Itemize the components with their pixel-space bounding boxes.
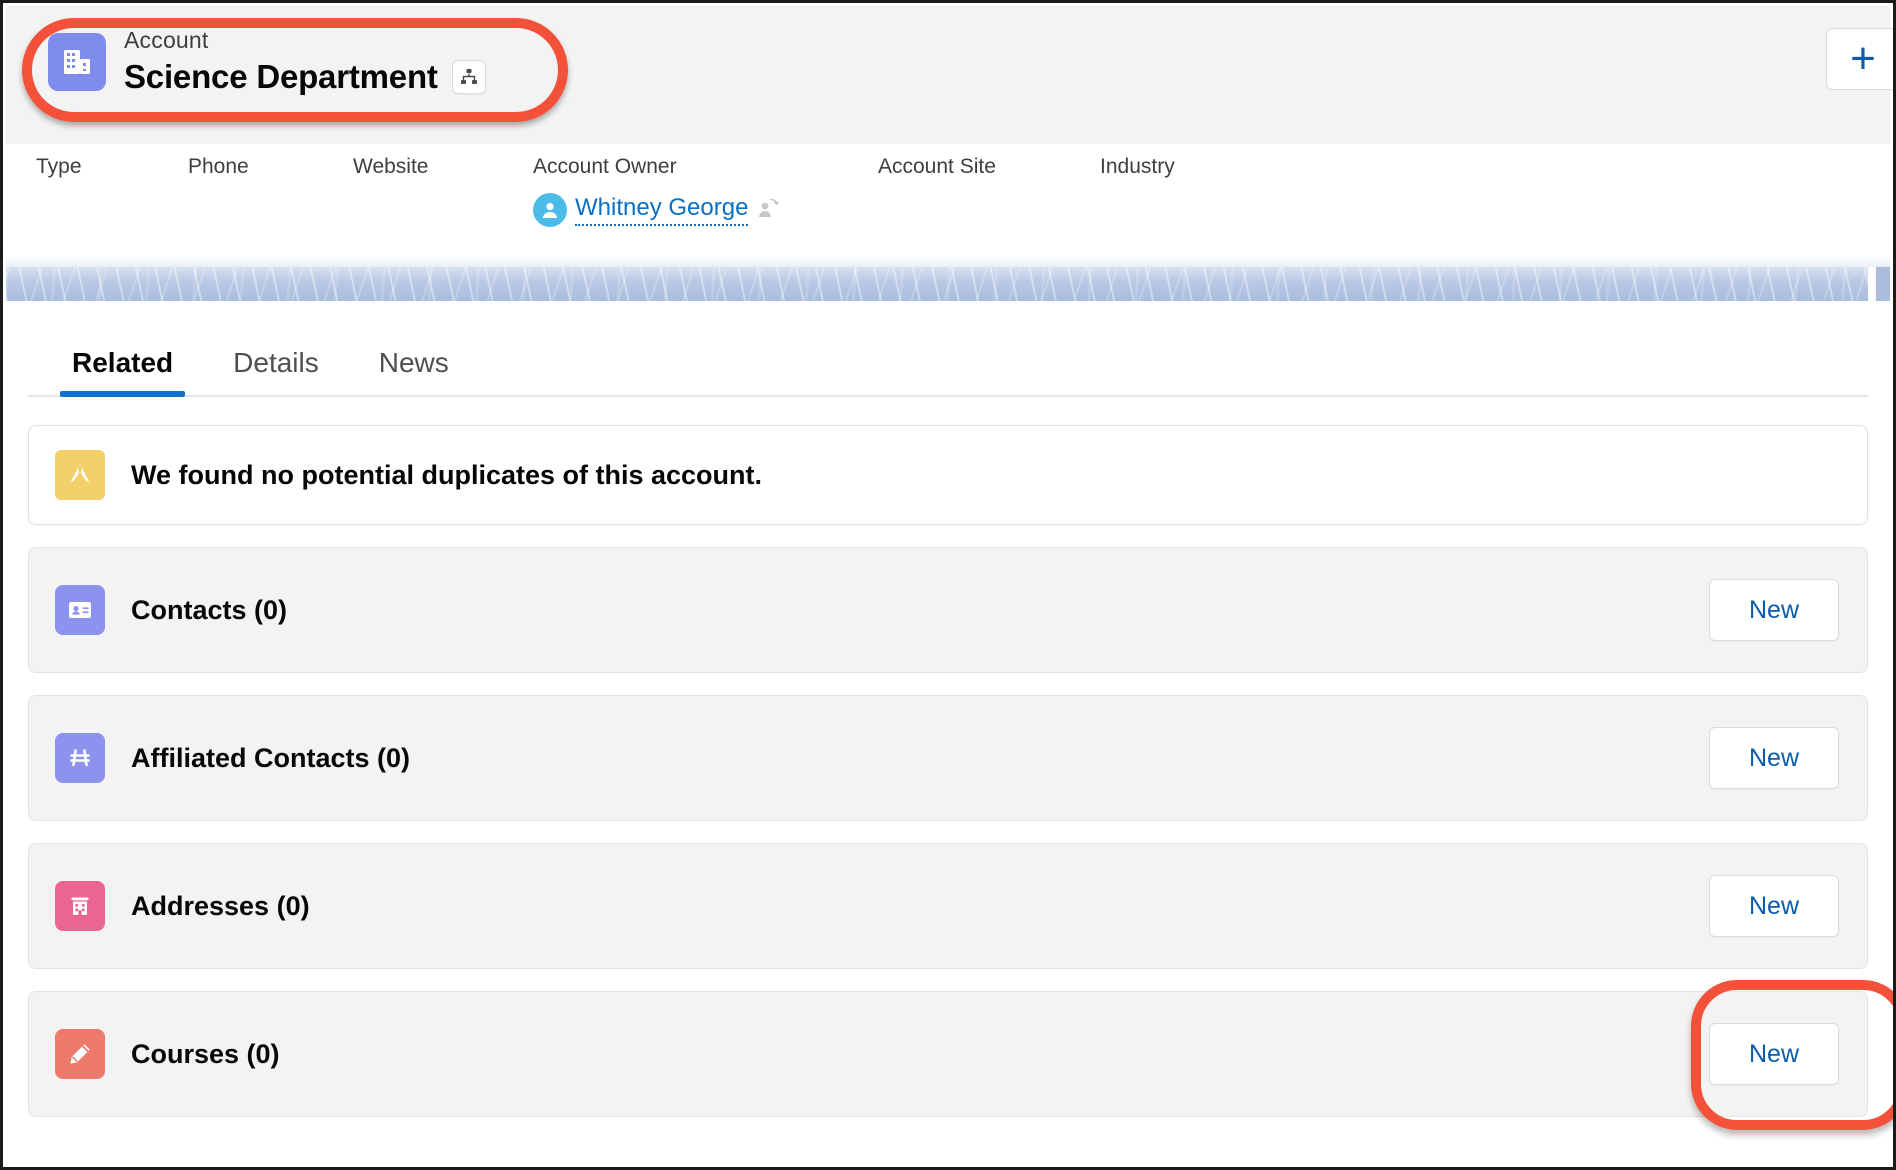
- new-button-contacts[interactable]: New: [1709, 579, 1839, 641]
- field-label: Type: [36, 155, 82, 178]
- tab-details[interactable]: Details: [203, 349, 349, 395]
- field-label: Website: [353, 155, 429, 178]
- account-owner-link[interactable]: Whitney George: [575, 194, 749, 226]
- app-window: Account Science Department + Type Phone …: [0, 0, 1896, 1170]
- tab-bar: Related Details News: [28, 301, 1868, 397]
- related-list-title: Addresses (0): [131, 890, 310, 921]
- contact-card-icon: [55, 585, 105, 635]
- account-building-icon: [48, 32, 106, 91]
- related-list-addresses[interactable]: Addresses (0) New: [28, 843, 1868, 969]
- plus-icon[interactable]: +: [1826, 28, 1893, 90]
- page-background-band: [6, 267, 1890, 301]
- tab-news[interactable]: News: [349, 349, 479, 395]
- field-label: Account Site: [878, 155, 996, 178]
- change-owner-icon[interactable]: [756, 196, 780, 225]
- field-label: Industry: [1100, 155, 1175, 178]
- record-header-region: Account Science Department +: [6, 6, 1893, 144]
- related-list-title: Affiliated Contacts (0): [131, 742, 411, 773]
- related-list-affiliated-contacts[interactable]: Affiliated Contacts (0) New: [28, 695, 1868, 821]
- record-title-block: Account Science Department: [124, 27, 486, 96]
- object-type-label: Account: [124, 27, 209, 53]
- related-list-contacts[interactable]: Contacts (0) New: [28, 547, 1868, 673]
- hierarchy-icon[interactable]: [451, 60, 486, 95]
- page-title: Science Department: [124, 58, 438, 96]
- record-header: Account Science Department: [48, 27, 486, 96]
- user-avatar-icon: [533, 193, 567, 227]
- main-content: Related Details News We found no potenti…: [6, 301, 1893, 1164]
- course-pencil-icon: [55, 1029, 105, 1079]
- new-button-courses[interactable]: New: [1709, 1023, 1839, 1085]
- related-list-title: Courses (0): [131, 1038, 280, 1069]
- new-button-addresses[interactable]: New: [1709, 875, 1839, 937]
- duplicate-check-message: We found no potential duplicates of this…: [131, 459, 763, 490]
- duplicate-check-icon: [55, 450, 105, 500]
- new-button-affiliated-contacts[interactable]: New: [1709, 727, 1839, 789]
- tab-related[interactable]: Related: [42, 349, 203, 397]
- address-building-icon: [55, 881, 105, 931]
- duplicate-check-card: We found no potential duplicates of this…: [28, 425, 1868, 525]
- related-list-title: Contacts (0): [131, 594, 288, 625]
- field-label: Phone: [188, 155, 249, 178]
- field-label: Account Owner: [533, 155, 677, 178]
- related-list-courses[interactable]: Courses (0) New: [28, 980, 1893, 1130]
- affiliation-icon: [55, 733, 105, 783]
